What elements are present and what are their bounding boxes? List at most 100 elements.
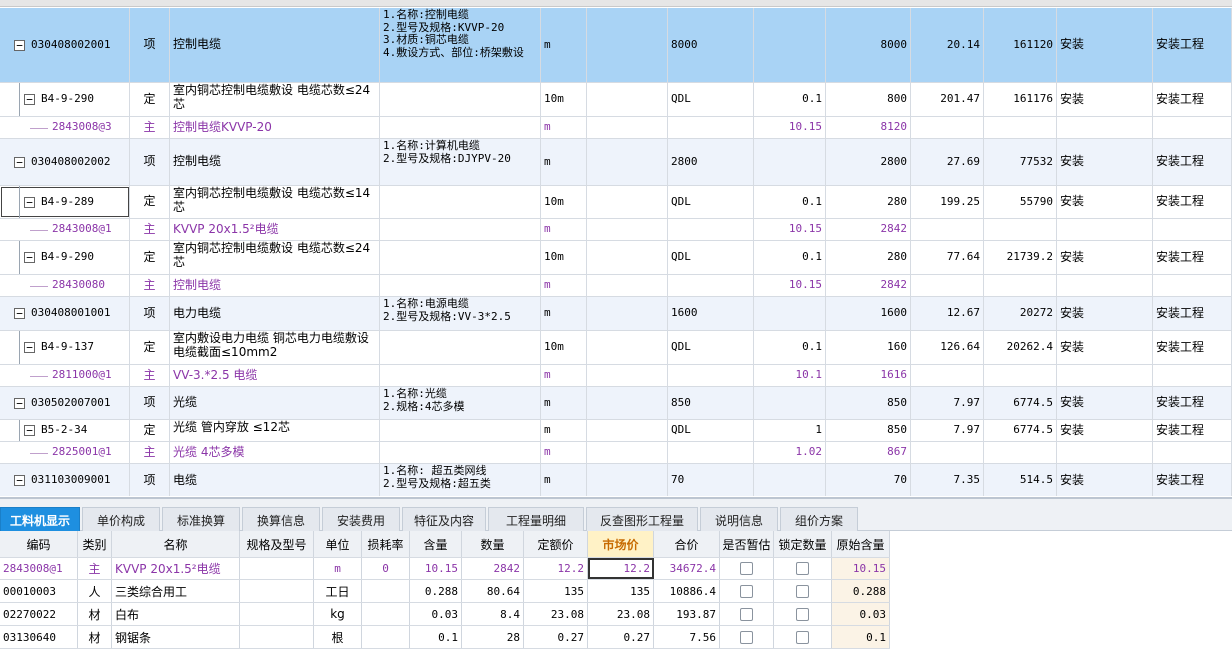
unit-price-cell[interactable]: 7.35 (911, 464, 984, 496)
orig-cell[interactable]: 0.1 (832, 626, 890, 648)
discipline-cell[interactable] (1057, 275, 1153, 296)
expr-cell[interactable]: QDL (668, 420, 754, 441)
unit-price-cell[interactable]: 27.69 (911, 139, 984, 185)
collapse-toggle-icon[interactable]: − (14, 39, 25, 51)
content-cell[interactable]: 0.1 (410, 626, 462, 648)
quantity-cell[interactable]: 280 (826, 186, 911, 218)
tab-2[interactable]: 标准换算 (162, 507, 240, 532)
quota-row[interactable]: − B4-9-289 定室内铜芯控制电缆敷设 电缆芯数≤14芯 10m QDL 0.1 28… (0, 186, 1232, 219)
quantity-cell[interactable]: 160 (826, 331, 911, 364)
name-cell[interactable]: 光缆 4芯多模 (170, 442, 380, 463)
unit-cell[interactable]: m (541, 275, 587, 296)
discipline-cell[interactable]: 安装 (1057, 331, 1153, 364)
content-cell[interactable] (754, 139, 826, 185)
lock-quantity-checkbox[interactable] (796, 584, 809, 598)
category-cell[interactable]: 定 (130, 241, 170, 274)
column-header[interactable]: 市场价 (588, 531, 654, 557)
quantity-cell[interactable]: 80.64 (462, 580, 524, 602)
feature-cell[interactable] (380, 442, 541, 463)
name-cell[interactable]: 控制电缆KVVP-20 (170, 117, 380, 138)
code-cell[interactable]: − B4-9-290 (0, 83, 130, 116)
unit-price-cell[interactable]: 20.14 (911, 8, 984, 82)
checkbox-cell[interactable] (720, 603, 774, 625)
collapse-toggle-icon[interactable]: − (14, 475, 25, 486)
bill-item-row[interactable]: −030408002002 项控制电缆 1.名称:计算机电缆 2.型号及规格:DJYP… (0, 139, 1232, 186)
name-cell[interactable]: 电缆 (170, 464, 380, 496)
discipline-cell[interactable]: 安装 (1057, 186, 1153, 218)
column-header[interactable]: 损耗率 (362, 531, 410, 557)
discipline-cell[interactable]: 安装 (1057, 8, 1153, 82)
quota-price-cell[interactable]: 0.27 (524, 626, 588, 648)
code-cell[interactable]: −031103009001 (0, 464, 130, 496)
feature-cell[interactable]: 1.名称:控制电缆 2.型号及规格:KVVP-20 3.材质:铜芯电缆 4.敷设方式、… (380, 8, 541, 82)
unit-price-cell[interactable] (911, 442, 984, 463)
feature-cell[interactable]: 1.名称:光缆 2.规格:4芯多模 (380, 387, 541, 419)
code-cell[interactable]: 03130640 (0, 626, 78, 648)
feature-cell[interactable] (380, 117, 541, 138)
name-cell[interactable]: 白布 (112, 603, 240, 625)
provisional-checkbox[interactable] (740, 630, 753, 644)
quantity-cell[interactable]: 800 (826, 83, 911, 116)
content-cell[interactable] (754, 297, 826, 330)
quantity-cell[interactable]: 2842 (826, 275, 911, 296)
bill-item-row[interactable]: −030502007001 项光缆 1.名称:光缆 2.规格:4芯多模 m 850 850 7… (0, 387, 1232, 420)
empty-cell[interactable] (587, 365, 668, 386)
lock-quantity-checkbox[interactable] (796, 630, 809, 644)
fee-type-cell[interactable] (1153, 442, 1232, 463)
orig-cell[interactable]: 0.288 (832, 580, 890, 602)
empty-cell[interactable] (587, 219, 668, 240)
content-cell[interactable]: 0.1 (754, 83, 826, 116)
material-row[interactable]: 2843008@3 主控制电缆KVVP-20 m 10.15 8120 (0, 117, 1232, 139)
name-cell[interactable]: 控制电缆 (170, 8, 380, 82)
code-cell[interactable]: 28430080 (0, 275, 130, 296)
tab-1[interactable]: 单价构成 (82, 507, 160, 532)
fee-type-cell[interactable] (1153, 219, 1232, 240)
category-cell[interactable]: 主 (78, 558, 112, 579)
name-cell[interactable]: 室内敷设电力电缆 铜芯电力电缆敷设 电缆截面≤10mm2 (170, 331, 380, 364)
loss-cell[interactable] (362, 626, 410, 648)
unit-price-cell[interactable] (911, 117, 984, 138)
column-header[interactable]: 原始含量 (832, 531, 890, 557)
total-cell[interactable] (984, 365, 1057, 386)
category-cell[interactable]: 定 (130, 420, 170, 441)
unit-cell[interactable]: kg (314, 603, 362, 625)
unit-price-cell[interactable]: 7.97 (911, 387, 984, 419)
unit-cell[interactable]: m (541, 387, 587, 419)
quantity-cell[interactable]: 2842 (462, 558, 524, 579)
category-cell[interactable]: 定 (130, 186, 170, 218)
total-cell[interactable]: 10886.4 (654, 580, 720, 602)
category-cell[interactable]: 项 (130, 8, 170, 82)
quantity-cell[interactable]: 28 (462, 626, 524, 648)
empty-cell[interactable] (587, 8, 668, 82)
collapse-toggle-icon[interactable]: − (14, 397, 25, 409)
fee-type-cell[interactable]: 安装工程 (1153, 186, 1232, 218)
category-cell[interactable]: 主 (130, 275, 170, 296)
loss-cell[interactable] (362, 580, 410, 602)
resource-row[interactable]: 2843008@1 主 KVVP 20x1.5²电缆 m 0 10.15 2842 12.2 1… (0, 558, 890, 580)
content-cell[interactable]: 1 (754, 420, 826, 441)
expr-cell[interactable]: 70 (668, 464, 754, 496)
column-header[interactable]: 名称 (112, 531, 240, 557)
discipline-cell[interactable] (1057, 442, 1153, 463)
material-row[interactable]: 28430080 主控制电缆 m 10.15 2842 (0, 275, 1232, 297)
expr-cell[interactable]: QDL (668, 186, 754, 218)
empty-cell[interactable] (587, 139, 668, 185)
total-cell[interactable]: 6774.5 (984, 387, 1057, 419)
name-cell[interactable]: 电力电缆 (170, 297, 380, 330)
unit-cell[interactable]: m (541, 8, 587, 82)
content-cell[interactable]: 0.03 (410, 603, 462, 625)
code-cell[interactable]: − B4-9-289 (0, 186, 130, 218)
name-cell[interactable]: 钢锯条 (112, 626, 240, 648)
name-cell[interactable]: 控制电缆 (170, 139, 380, 185)
fee-type-cell[interactable]: 安装工程 (1153, 464, 1232, 496)
checkbox-cell[interactable] (720, 626, 774, 648)
discipline-cell[interactable]: 安装 (1057, 297, 1153, 330)
tab-8[interactable]: 说明信息 (700, 507, 778, 532)
empty-cell[interactable] (587, 331, 668, 364)
tab-6[interactable]: 工程量明细 (488, 507, 584, 532)
feature-cell[interactable] (380, 365, 541, 386)
code-cell[interactable]: 2811000@1 (0, 365, 130, 386)
loss-cell[interactable] (362, 603, 410, 625)
unit-price-cell[interactable]: 201.47 (911, 83, 984, 116)
empty-cell[interactable] (587, 420, 668, 441)
